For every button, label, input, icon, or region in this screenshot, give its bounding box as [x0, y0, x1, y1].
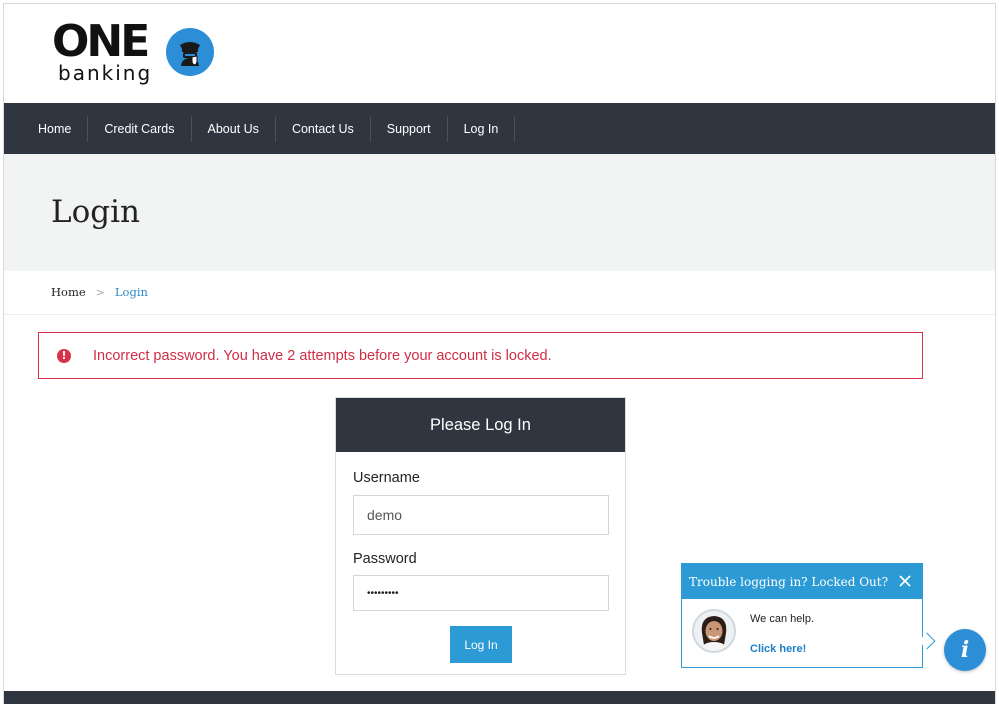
username-input[interactable]: [353, 495, 609, 535]
banker-icon: [166, 28, 214, 76]
breadcrumb-home[interactable]: Home: [51, 285, 86, 299]
nav-credit-cards[interactable]: Credit Cards: [88, 115, 192, 142]
nav-about-us[interactable]: About Us: [192, 115, 276, 142]
username-label: Username: [353, 470, 420, 486]
brand-logo[interactable]: ONE banking: [52, 18, 222, 90]
help-widget-message: We can help.: [750, 613, 815, 625]
log-in-button[interactable]: Log In: [450, 626, 512, 663]
help-widget-header: Trouble logging in? Locked Out?: [682, 564, 922, 599]
breadcrumb-current: Login: [114, 285, 148, 299]
agent-avatar: [692, 609, 736, 653]
close-icon[interactable]: [896, 572, 914, 590]
nav-home[interactable]: Home: [22, 115, 89, 142]
logo-wordmark: ONE: [52, 16, 150, 67]
password-label: Password: [353, 551, 417, 567]
logo-subtitle: banking: [58, 61, 153, 85]
exclamation-circle-icon: !: [57, 348, 71, 363]
divider: [4, 314, 995, 315]
alert-message: Incorrect password. You have 2 attempts …: [93, 347, 552, 364]
title-band: Login: [4, 154, 995, 271]
info-icon[interactable]: i: [944, 629, 986, 671]
nav-log-in[interactable]: Log In: [448, 115, 516, 142]
breadcrumb-separator-icon: >: [95, 285, 105, 299]
help-widget-link[interactable]: Click here!: [750, 643, 806, 655]
login-panel: Please Log In Username Password Log In: [335, 397, 626, 675]
page-title: Login: [51, 194, 140, 230]
browser-page: ONE banking Home Credit Cards About Us C…: [3, 3, 996, 704]
breadcrumb: Home > Login: [51, 285, 148, 299]
login-panel-heading: Please Log In: [336, 398, 625, 452]
nav-contact-us[interactable]: Contact Us: [276, 115, 371, 142]
main-nav: Home Credit Cards About Us Contact Us Su…: [4, 103, 995, 154]
error-alert: ! Incorrect password. You have 2 attempt…: [38, 332, 923, 379]
footer: [4, 691, 995, 704]
password-input[interactable]: [353, 575, 609, 611]
nav-support[interactable]: Support: [371, 115, 448, 142]
help-widget-title: Trouble logging in? Locked Out?: [689, 574, 889, 589]
help-chat-widget[interactable]: Trouble logging in? Locked Out? We can h…: [681, 563, 923, 668]
